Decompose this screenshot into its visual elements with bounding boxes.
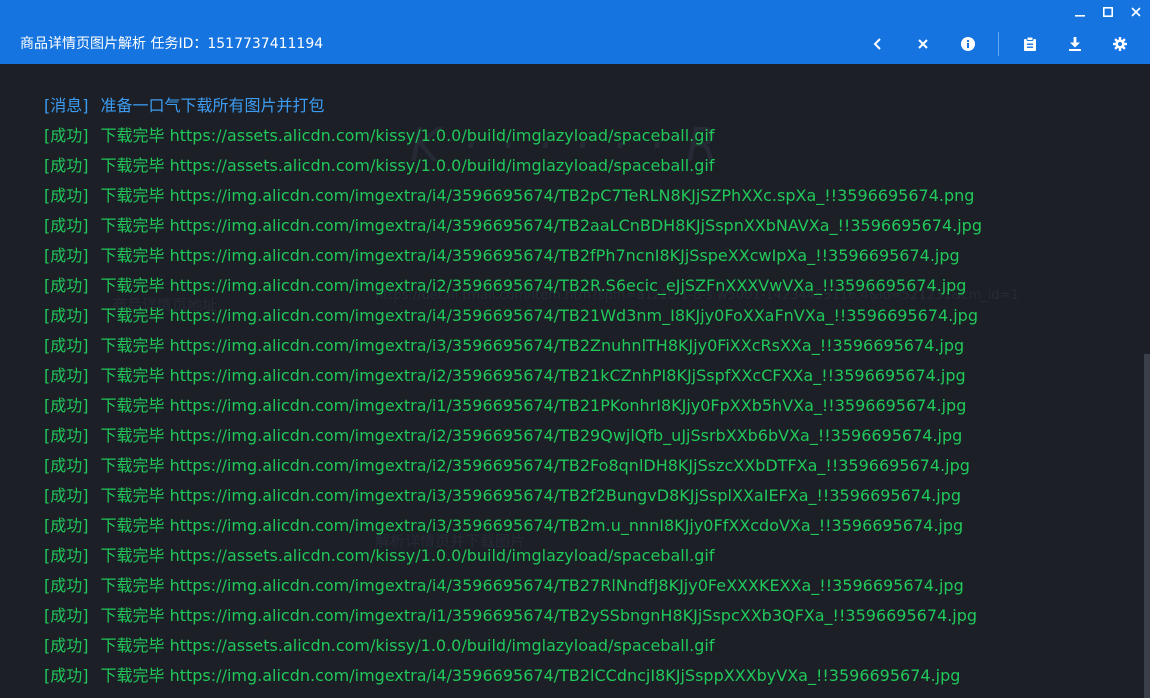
log-text: 下载完毕 https://img.alicdn.com/imgextra/i2/… — [100, 276, 967, 295]
log-tag: [成功] — [44, 636, 89, 655]
log-text: 准备一口气下载所有图片并打包 — [100, 96, 325, 115]
log-tag: [成功] — [44, 306, 89, 325]
log-tag: [成功] — [44, 216, 89, 235]
log-tag: [成功] — [44, 576, 89, 595]
log-line-success: [成功] 下载完毕 https://img.alicdn.com/imgextra… — [44, 424, 1124, 454]
log-line-success: [成功] 下载完毕 https://img.alicdn.com/imgextra… — [44, 334, 1124, 364]
log-text: 下载完毕 https://img.alicdn.com/imgextra/i4/… — [100, 216, 983, 235]
clipboard-button[interactable] — [1007, 30, 1052, 58]
log-tag: [成功] — [44, 486, 89, 505]
log-tag: [成功] — [44, 156, 89, 175]
log-line-success: [成功] 下载完毕 https://img.alicdn.com/imgextra… — [44, 514, 1124, 544]
log-line-success: [成功] 下载完毕 https://img.alicdn.com/imgextra… — [44, 244, 1124, 274]
back-button[interactable] — [855, 30, 900, 58]
log-tag: [成功] — [44, 546, 89, 565]
log-line-success: [成功] 下载完毕 https://assets.alicdn.com/kissy… — [44, 634, 1124, 664]
log-tag: [成功] — [44, 186, 89, 205]
gear-icon — [1112, 37, 1127, 51]
log-tag: [成功] — [44, 666, 89, 685]
app-window: 商品详情页图片解析 任务ID：1517737411194 K · · · · ·… — [0, 0, 1150, 698]
log-line-success: [成功] 下载完毕 https://img.alicdn.com/imgextra… — [44, 364, 1124, 394]
close-icon — [917, 39, 928, 49]
log-tag: [消息] — [44, 96, 89, 115]
close-task-button[interactable] — [900, 30, 945, 58]
log-line-success: [成功] 下载完毕 https://img.alicdn.com/imgextra… — [44, 484, 1124, 514]
log-tag: [成功] — [44, 606, 89, 625]
download-button[interactable] — [1052, 30, 1097, 58]
log-line-success: [成功] 下载完毕 https://img.alicdn.com/imgextra… — [44, 454, 1124, 484]
log-tag: [成功] — [44, 516, 89, 535]
log-line-success: [成功] 下载完毕 https://img.alicdn.com/imgextra… — [44, 184, 1124, 214]
settings-button[interactable] — [1097, 30, 1142, 58]
window-controls — [1066, 0, 1150, 24]
log-text: 下载完毕 https://assets.alicdn.com/kissy/1.0… — [100, 156, 715, 175]
info-icon — [960, 37, 975, 51]
title-bar: 商品详情页图片解析 任务ID：1517737411194 — [0, 0, 1150, 64]
minimize-icon[interactable] — [1066, 0, 1094, 24]
log-text: 下载完毕 https://img.alicdn.com/imgextra/i4/… — [100, 246, 960, 265]
log-text: 下载完毕 https://img.alicdn.com/imgextra/i4/… — [100, 576, 964, 595]
log-text: 下载完毕 https://img.alicdn.com/imgextra/i3/… — [100, 516, 964, 535]
log-text: 下载完毕 https://img.alicdn.com/imgextra/i2/… — [100, 426, 963, 445]
info-button[interactable] — [945, 30, 990, 58]
log-text: 下载完毕 https://img.alicdn.com/imgextra/i4/… — [100, 306, 979, 325]
log-line-success: [成功] 下载完毕 https://img.alicdn.com/imgextra… — [44, 604, 1124, 634]
download-icon — [1068, 37, 1081, 51]
log-text: 下载完毕 https://assets.alicdn.com/kissy/1.0… — [100, 636, 715, 655]
log-text: 下载完毕 https://img.alicdn.com/imgextra/i1/… — [100, 606, 978, 625]
log-text: 下载完毕 https://assets.alicdn.com/kissy/1.0… — [100, 126, 715, 145]
log-tag: [成功] — [44, 276, 89, 295]
log-line-success: [成功] 下载完毕 https://assets.alicdn.com/kissy… — [44, 124, 1124, 154]
log-line-success: [成功] 下载完毕 https://img.alicdn.com/imgextra… — [44, 304, 1124, 334]
log-text: 下载完毕 https://img.alicdn.com/imgextra/i4/… — [100, 186, 975, 205]
log-tag: [成功] — [44, 396, 89, 415]
log-line-success: [成功] 下载完毕 https://img.alicdn.com/imgextra… — [44, 664, 1124, 694]
log-line-success: [成功] 下载完毕 https://img.alicdn.com/imgextra… — [44, 574, 1124, 604]
log-text: 下载完毕 https://img.alicdn.com/imgextra/i1/… — [100, 396, 967, 415]
log-tag: [成功] — [44, 426, 89, 445]
close-window-icon[interactable] — [1122, 0, 1150, 24]
log-tag: [成功] — [44, 126, 89, 145]
log-tag: [成功] — [44, 246, 89, 265]
log-text: 下载完毕 https://img.alicdn.com/imgextra/i4/… — [100, 666, 961, 685]
vertical-scrollbar[interactable] — [1144, 64, 1150, 698]
log-line-success: [成功] 下载完毕 https://assets.alicdn.com/kissy… — [44, 154, 1124, 184]
log-line-success: [成功] 下载完毕 https://img.alicdn.com/imgextra… — [44, 214, 1124, 244]
log-tag: [成功] — [44, 336, 89, 355]
log-line-message: [消息] 准备一口气下载所有图片并打包 — [44, 94, 1124, 124]
log-text: 下载完毕 https://img.alicdn.com/imgextra/i2/… — [100, 366, 966, 385]
toolbar — [855, 30, 1142, 58]
scrollbar-thumb[interactable] — [1144, 354, 1150, 698]
log-line-success: [成功] 下载完毕 https://assets.alicdn.com/kissy… — [44, 544, 1124, 574]
maximize-icon[interactable] — [1094, 0, 1122, 24]
log-tag: [成功] — [44, 456, 89, 475]
log-tag: [成功] — [44, 366, 89, 385]
log-text: 下载完毕 https://img.alicdn.com/imgextra/i3/… — [100, 486, 962, 505]
clipboard-icon — [1023, 37, 1036, 51]
log-text: 下载完毕 https://img.alicdn.com/imgextra/i2/… — [100, 456, 970, 475]
log-output: [消息] 准备一口气下载所有图片并打包 [成功] 下载完毕 https://asset… — [44, 94, 1124, 694]
app-title: 商品详情页图片解析 任务ID：1517737411194 — [20, 36, 324, 52]
log-text: 下载完毕 https://assets.alicdn.com/kissy/1.0… — [100, 546, 715, 565]
log-line-success: [成功] 下载完毕 https://img.alicdn.com/imgextra… — [44, 274, 1124, 304]
chevron-left-icon — [873, 38, 881, 50]
log-line-success: [成功] 下载完毕 https://img.alicdn.com/imgextra… — [44, 394, 1124, 424]
toolbar-divider — [998, 32, 999, 56]
log-text: 下载完毕 https://img.alicdn.com/imgextra/i3/… — [100, 336, 965, 355]
